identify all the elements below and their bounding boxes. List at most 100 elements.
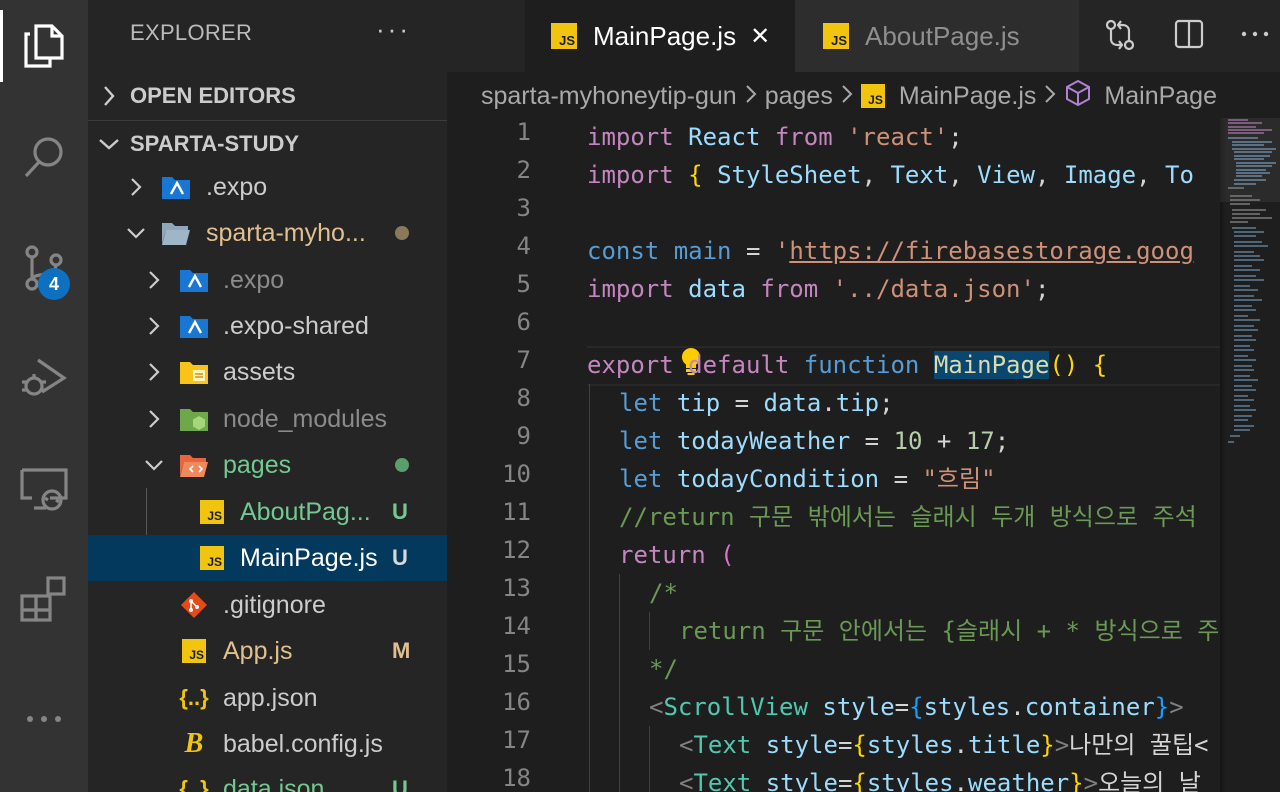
tree-item-mainpage[interactable]: JS MainPage.js U xyxy=(88,535,447,581)
tree-item-label: data.json xyxy=(223,774,325,792)
indent-guide xyxy=(649,726,650,792)
code-line: import { StyleSheet, Text, View, Image, … xyxy=(587,161,1194,189)
explorer-icon[interactable] xyxy=(0,8,88,84)
minimap-slider[interactable] xyxy=(1220,118,1280,202)
tree-item-label: sparta-myho... xyxy=(206,218,366,247)
assets-folder-icon xyxy=(178,356,210,388)
tree-item-expo-shared[interactable]: .expo-shared xyxy=(88,303,447,349)
line-number: 4 xyxy=(516,232,531,260)
chevron-right-icon xyxy=(124,175,148,199)
tab-mainpage[interactable]: JS MainPage.js ✕ xyxy=(525,0,795,72)
breadcrumb-folder[interactable]: sparta-myhoneytip-gun xyxy=(481,82,737,111)
scm-badge: 4 xyxy=(38,268,70,300)
chevron-right-icon xyxy=(142,314,166,338)
js-file-icon: JS xyxy=(178,635,210,667)
breadcrumb-subfolder[interactable]: pages xyxy=(765,82,833,111)
tree-item-expo[interactable]: .expo xyxy=(88,164,447,210)
compare-changes-icon[interactable] xyxy=(1103,18,1137,57)
tree-item-babel-config[interactable]: B babel.config.js xyxy=(88,721,447,767)
js-file-icon: JS xyxy=(551,23,577,49)
indent-guide xyxy=(649,612,650,650)
line-number: 1 xyxy=(516,118,531,146)
code-line: import data from '../data.json'; xyxy=(587,275,1050,303)
expo-folder-icon xyxy=(160,171,192,203)
line-number: 3 xyxy=(516,194,531,222)
code-line: export default function MainPage() { xyxy=(587,351,1108,379)
tree-item-label: assets xyxy=(223,357,296,386)
remote-explorer-icon[interactable] xyxy=(0,450,88,526)
js-file-icon: JS xyxy=(860,84,885,108)
expo-folder-icon xyxy=(178,310,210,342)
tree-item-node-modules[interactable]: node_modules xyxy=(88,396,447,442)
line-number: 10 xyxy=(502,460,531,488)
explorer-title: EXPLORER xyxy=(130,20,253,45)
breadcrumb-symbol[interactable]: MainPage xyxy=(1104,82,1217,111)
run-debug-icon[interactable] xyxy=(0,340,88,416)
code-line: //return 구문 밖에서는 슬래시 두개 방식으로 주석 xyxy=(619,503,1197,531)
tree-item-expo-nested[interactable]: .expo xyxy=(88,257,447,303)
search-icon[interactable] xyxy=(0,120,88,196)
js-file-icon: JS xyxy=(196,496,228,528)
git-status-badge: U xyxy=(392,545,408,570)
explorer-sidebar: EXPLORER ··· OPEN EDITORS SPARTA-STUDY .… xyxy=(88,0,447,792)
tree-item-label: App.js xyxy=(223,636,293,665)
chevron-right-icon xyxy=(745,82,757,111)
breadcrumb: sparta-myhoneytip-gun pages JS MainPage.… xyxy=(447,72,1280,120)
tree-item-pages[interactable]: pages xyxy=(88,442,447,488)
node-folder-icon xyxy=(178,403,210,435)
line-number: 9 xyxy=(516,422,531,450)
tree-item-app-js[interactable]: JS App.js M xyxy=(88,628,447,674)
chevron-down-icon xyxy=(124,221,148,245)
line-number: 11 xyxy=(502,498,531,526)
tree-item-data-json[interactable]: {..} data.json U xyxy=(88,766,447,792)
workspace-section[interactable]: SPARTA-STUDY xyxy=(88,120,447,167)
minimap-content xyxy=(1228,119,1276,443)
lightbulb-icon[interactable] xyxy=(591,308,704,375)
close-icon[interactable]: ✕ xyxy=(750,22,770,51)
tab-label: MainPage.js xyxy=(593,20,737,51)
code-line: <ScrollView style={styles.container}> xyxy=(649,693,1184,721)
tree-item-label: .expo xyxy=(223,265,285,294)
git-status-badge: U xyxy=(392,776,408,792)
tab-aboutpage[interactable]: JS AboutPage.js xyxy=(795,0,1079,72)
chevron-right-icon xyxy=(142,407,166,431)
code-editor[interactable]: import React from 'react'; import { Styl… xyxy=(587,118,1221,792)
line-number: 8 xyxy=(516,384,531,412)
line-number: 6 xyxy=(516,308,531,336)
pages-folder-icon xyxy=(178,449,210,481)
json-file-icon: {..} xyxy=(179,776,209,792)
activity-bar: 4 xyxy=(0,0,88,792)
more-actions-icon[interactable] xyxy=(1239,18,1271,55)
tree-item-label: node_modules xyxy=(223,404,388,433)
tree-item-aboutpage[interactable]: JS AboutPag... U xyxy=(88,489,447,535)
tab-label: AboutPage.js xyxy=(865,20,1020,51)
git-status-badge: U xyxy=(392,499,408,524)
tree-item-gitignore[interactable]: .gitignore xyxy=(88,582,447,628)
code-line: return 구문 안에서는 {슬래시 + * 방식으로 주 xyxy=(679,617,1220,645)
tree-item-app-json[interactable]: {..} app.json xyxy=(88,675,447,721)
untracked-dot xyxy=(395,458,409,472)
tab-bar: JS MainPage.js ✕ JS AboutPage.js xyxy=(447,0,1280,72)
tree-item-label: babel.config.js xyxy=(223,729,383,758)
modified-dot xyxy=(395,226,409,240)
line-number: 12 xyxy=(502,536,531,564)
split-editor-icon[interactable] xyxy=(1173,18,1205,55)
breadcrumb-file[interactable]: MainPage.js xyxy=(899,82,1037,111)
line-number: 14 xyxy=(502,612,531,640)
extensions-icon[interactable] xyxy=(0,560,88,636)
line-number: 2 xyxy=(516,156,531,184)
open-editors-section[interactable]: OPEN EDITORS xyxy=(88,73,447,119)
tree-item-sparta-myhoneytip[interactable]: sparta-myho... xyxy=(88,210,447,256)
tree-item-assets[interactable]: assets xyxy=(88,349,447,395)
minimap[interactable] xyxy=(1220,118,1280,792)
symbol-cube-icon xyxy=(1064,79,1092,114)
line-number: 13 xyxy=(502,574,531,602)
line-number: 17 xyxy=(502,726,531,754)
chevron-right-icon xyxy=(1044,82,1056,111)
explorer-more-button[interactable]: ··· xyxy=(376,14,411,45)
tree-item-label: .gitignore xyxy=(223,590,326,619)
chevron-right-icon xyxy=(841,82,853,111)
code-line: import React from 'react'; xyxy=(587,123,963,151)
more-actions-icon[interactable] xyxy=(0,670,88,746)
code-line: return ( xyxy=(619,541,735,569)
